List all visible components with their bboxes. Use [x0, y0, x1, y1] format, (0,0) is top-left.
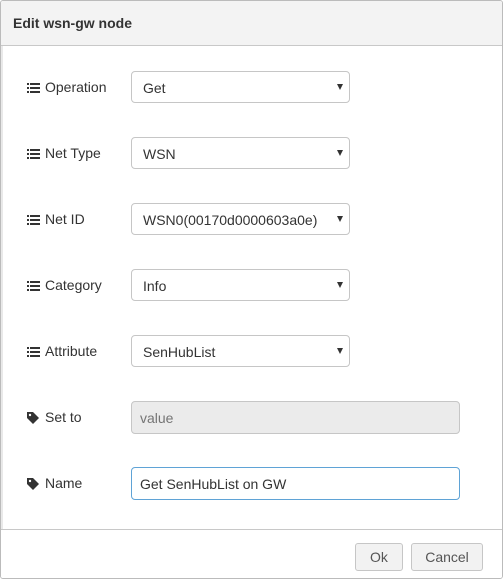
set-to-input[interactable] — [131, 401, 460, 434]
operation-select[interactable]: Get — [131, 71, 350, 103]
net-type-row: Net Type WSN — [1, 137, 502, 171]
dropdown-arrow-icon — [337, 84, 343, 90]
set-to-label: Set to — [27, 409, 82, 425]
cancel-button[interactable]: Cancel — [411, 543, 483, 571]
net-id-label: Net ID — [27, 211, 85, 227]
attribute-label: Attribute — [27, 343, 97, 359]
set-to-label-text: Set to — [45, 409, 82, 425]
operation-label-text: Operation — [45, 79, 107, 95]
operation-row: Operation Get — [1, 71, 502, 105]
dropdown-arrow-icon — [337, 282, 343, 288]
dropdown-arrow-icon — [337, 348, 343, 354]
attribute-select[interactable]: SenHubList — [131, 335, 350, 367]
net-type-label: Net Type — [27, 145, 101, 161]
operation-select-value: Get — [143, 80, 166, 96]
attribute-label-text: Attribute — [45, 343, 98, 359]
net-id-select[interactable]: WSN0(00170d0000603a0e) — [131, 203, 350, 235]
net-type-select-value: WSN — [143, 146, 176, 162]
dropdown-arrow-icon — [337, 216, 343, 222]
operation-label: Operation — [27, 79, 106, 95]
net-type-select[interactable]: WSN — [131, 137, 350, 169]
category-select-value: Info — [143, 278, 167, 294]
category-select[interactable]: Info — [131, 269, 350, 301]
list-icon — [27, 345, 40, 357]
set-to-row: Set to — [1, 401, 502, 435]
category-row: Category Info — [1, 269, 502, 303]
name-label-text: Name — [45, 475, 83, 491]
list-icon — [27, 279, 40, 291]
edit-node-dialog: Edit wsn-gw node Operation Get Net Type … — [0, 0, 503, 579]
dialog-footer: Ok Cancel — [1, 529, 502, 578]
dialog-titlebar: Edit wsn-gw node — [1, 1, 502, 46]
attribute-select-value: SenHubList — [143, 344, 216, 360]
list-icon — [27, 147, 40, 159]
name-label: Name — [27, 475, 82, 491]
name-input[interactable] — [131, 467, 460, 500]
category-label-text: Category — [45, 277, 102, 293]
category-label: Category — [27, 277, 102, 293]
list-icon — [27, 81, 40, 93]
net-id-row: Net ID WSN0(00170d0000603a0e) — [1, 203, 502, 237]
tag-icon — [27, 477, 40, 490]
tag-icon — [27, 411, 40, 424]
list-icon — [27, 213, 40, 225]
name-row: Name — [1, 467, 502, 501]
net-id-label-text: Net ID — [45, 211, 85, 227]
ok-button[interactable]: Ok — [355, 543, 403, 571]
dialog-title: Edit wsn-gw node — [13, 15, 132, 31]
net-type-label-text: Net Type — [45, 145, 101, 161]
dropdown-arrow-icon — [337, 150, 343, 156]
net-id-select-value: WSN0(00170d0000603a0e) — [143, 212, 318, 228]
attribute-row: Attribute SenHubList — [1, 335, 502, 369]
